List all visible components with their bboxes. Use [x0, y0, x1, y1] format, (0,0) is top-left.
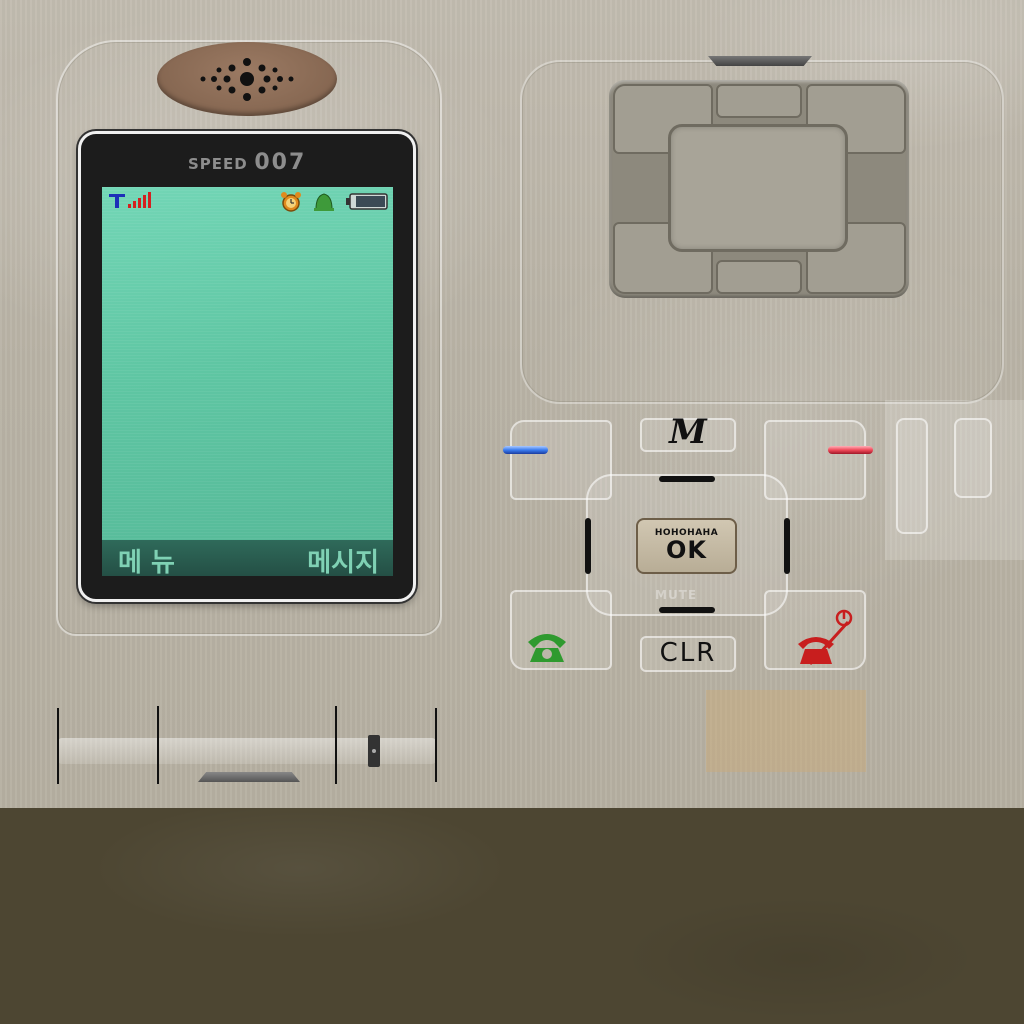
blue-led	[503, 446, 548, 454]
dpad-right-mark	[784, 518, 790, 574]
alarm-clock-icon	[281, 192, 301, 212]
skin-base-area	[0, 808, 1024, 1024]
rail-slider-handle[interactable]	[368, 735, 380, 767]
battery-icon	[346, 193, 388, 210]
red-led	[828, 446, 873, 454]
signal-bars-icon	[128, 192, 151, 208]
rail-divider-3	[335, 706, 337, 784]
brand-prefix: SPEED	[188, 155, 248, 173]
status-bar	[109, 192, 388, 212]
side-key-left[interactable]	[896, 418, 928, 534]
side-key-right[interactable]	[954, 418, 992, 498]
dpad-down-mark	[659, 607, 715, 613]
dpad-up-mark	[659, 476, 715, 482]
earpiece-speaker	[157, 42, 337, 116]
dpad-left-mark	[585, 518, 591, 574]
clear-key[interactable]: CLR	[640, 638, 736, 668]
softkey-bar: 메 뉴 메시지	[102, 540, 393, 576]
red-phone-power-icon	[798, 609, 853, 666]
rail-divider-2	[157, 706, 159, 784]
nav-center-key[interactable]	[668, 124, 848, 252]
ok-label: OK	[666, 536, 707, 564]
rail-slot	[198, 772, 300, 782]
phone-screen: 메 뉴 메시지	[102, 187, 393, 576]
bell-icon	[314, 193, 334, 211]
tan-panel	[706, 690, 866, 772]
rail-divider-4	[435, 708, 437, 782]
ok-button[interactable]: HOHOHAHA OK	[636, 518, 737, 574]
softkey-messages[interactable]: 메시지	[307, 542, 379, 576]
menu-key[interactable]: M	[663, 412, 713, 452]
top-slot-indicator	[708, 56, 812, 66]
mute-ghost-label: MUTE	[655, 588, 698, 602]
green-phone-icon	[528, 634, 566, 662]
brand-label: SPEED 007	[188, 150, 338, 175]
nav-up-key[interactable]	[716, 84, 802, 118]
rail-divider-1	[57, 708, 59, 784]
nav-down-key[interactable]	[716, 260, 802, 294]
softkey-menu[interactable]: 메 뉴	[118, 542, 175, 576]
brand-model: 007	[254, 150, 307, 175]
T-carrier-icon	[109, 194, 125, 208]
